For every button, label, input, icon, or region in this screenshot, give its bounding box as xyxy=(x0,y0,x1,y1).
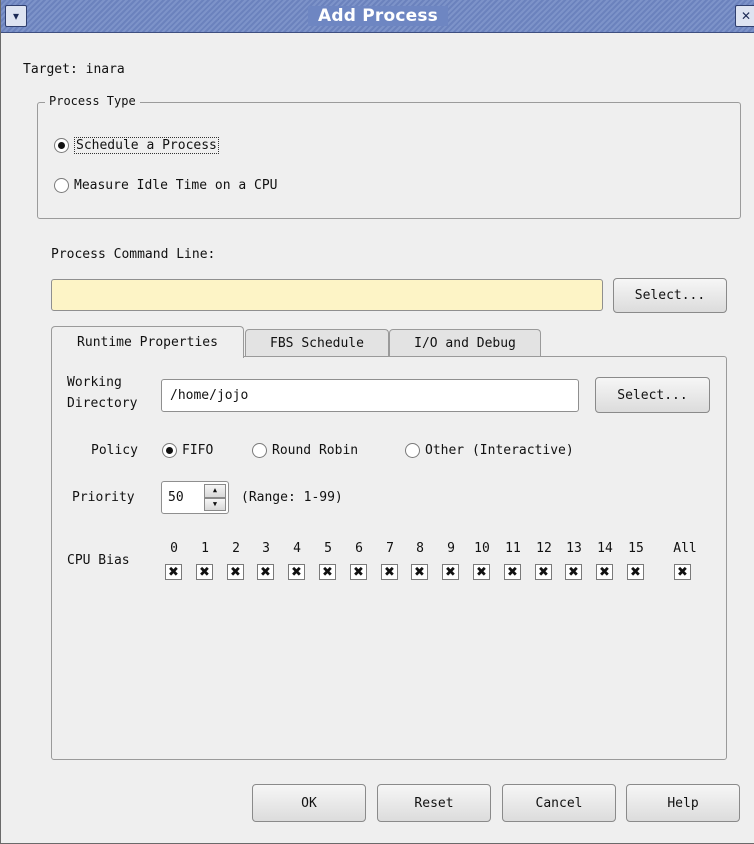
priority-decrement-button[interactable]: ▼ xyxy=(204,497,226,511)
policy-fifo-radio[interactable] xyxy=(162,443,177,458)
command-line-label: Process Command Line: xyxy=(51,247,216,262)
cpu-5-label: 5 xyxy=(324,541,332,556)
command-select-button[interactable]: Select... xyxy=(613,278,727,313)
cpu-6-checkbox[interactable]: ✖ xyxy=(350,564,367,580)
cpu-10-checkbox[interactable]: ✖ xyxy=(473,564,490,580)
cpu-5-checkbox[interactable]: ✖ xyxy=(319,564,336,580)
schedule-process-radio[interactable] xyxy=(54,138,69,153)
schedule-process-label: Schedule a Process xyxy=(74,137,219,154)
cpu-13-label: 13 xyxy=(566,541,582,556)
cpu-11-checkbox[interactable]: ✖ xyxy=(504,564,521,580)
window-title: Add Process xyxy=(1,6,754,26)
cpu-13-checkbox[interactable]: ✖ xyxy=(565,564,582,580)
cpu-14-checkbox[interactable]: ✖ xyxy=(596,564,613,580)
priority-spinbox[interactable]: 50 ▲ ▼ xyxy=(161,481,229,514)
command-line-input[interactable] xyxy=(51,279,603,311)
priority-range: (Range: 1-99) xyxy=(241,490,343,505)
cancel-button[interactable]: Cancel xyxy=(502,784,616,822)
cpu-8-checkbox[interactable]: ✖ xyxy=(411,564,428,580)
measure-idle-label: Measure Idle Time on a CPU xyxy=(74,178,278,193)
priority-spin-buttons: ▲ ▼ xyxy=(204,484,226,511)
measure-idle-option[interactable]: Measure Idle Time on a CPU xyxy=(54,178,278,193)
policy-round-robin-option[interactable]: Round Robin xyxy=(252,443,358,458)
triangle-down-icon: ▼ xyxy=(212,499,218,508)
priority-increment-button[interactable]: ▲ xyxy=(204,484,226,498)
cpu-8-label: 8 xyxy=(416,541,424,556)
cpu-2-label: 2 xyxy=(232,541,240,556)
target-label: Target: inara xyxy=(23,62,125,77)
policy-label: Policy xyxy=(91,443,138,458)
close-icon: ✕ xyxy=(740,9,752,23)
working-directory-label-line2: Directory xyxy=(67,396,138,411)
cpu-11-label: 11 xyxy=(505,541,521,556)
measure-idle-radio[interactable] xyxy=(54,178,69,193)
policy-fifo-option[interactable]: FIFO xyxy=(162,443,213,458)
ok-button[interactable]: OK xyxy=(252,784,366,822)
cpu-0-label: 0 xyxy=(170,541,178,556)
policy-other-label: Other (Interactive) xyxy=(425,443,574,458)
cpu-7-label: 7 xyxy=(386,541,394,556)
cpu-3-checkbox[interactable]: ✖ xyxy=(257,564,274,580)
cpu-0-checkbox[interactable]: ✖ xyxy=(165,564,182,580)
policy-round-robin-radio[interactable] xyxy=(252,443,267,458)
cpu-1-checkbox[interactable]: ✖ xyxy=(196,564,213,580)
cpu-12-checkbox[interactable]: ✖ xyxy=(535,564,552,580)
cpu-3-label: 3 xyxy=(262,541,270,556)
tab-runtime-properties[interactable]: Runtime Properties xyxy=(51,326,244,358)
cpu-4-checkbox[interactable]: ✖ xyxy=(288,564,305,580)
cpu-12-label: 12 xyxy=(536,541,552,556)
policy-other-option[interactable]: Other (Interactive) xyxy=(405,443,574,458)
cpu-all-checkbox[interactable]: ✖ xyxy=(674,564,691,580)
help-button[interactable]: Help xyxy=(626,784,740,822)
triangle-up-icon: ▲ xyxy=(212,486,218,495)
cpu-4-label: 4 xyxy=(293,541,301,556)
cpu-6-label: 6 xyxy=(355,541,363,556)
cpu-14-label: 14 xyxy=(597,541,613,556)
reset-button[interactable]: Reset xyxy=(377,784,491,822)
cpu-10-label: 10 xyxy=(474,541,490,556)
cpu-2-checkbox[interactable]: ✖ xyxy=(227,564,244,580)
tab-fbs-schedule[interactable]: FBS Schedule xyxy=(245,329,389,357)
process-type-legend: Process Type xyxy=(45,94,140,108)
cpu-bias-label: CPU Bias xyxy=(67,553,130,568)
title-bar: ▾ Add Process ✕ xyxy=(1,0,754,33)
cpu-all-label: All xyxy=(673,541,697,556)
cpu-1-label: 1 xyxy=(201,541,209,556)
cpu-9-label: 9 xyxy=(447,541,455,556)
priority-label: Priority xyxy=(72,490,135,505)
cpu-7-checkbox[interactable]: ✖ xyxy=(381,564,398,580)
process-type-group xyxy=(37,102,741,219)
schedule-process-option[interactable]: Schedule a Process xyxy=(54,137,219,154)
add-process-dialog: ▾ Add Process ✕ Target: inara Process Ty… xyxy=(0,0,754,844)
window-close-button[interactable]: ✕ xyxy=(735,5,754,27)
working-directory-label-line1: Working xyxy=(67,375,122,390)
cpu-15-checkbox[interactable]: ✖ xyxy=(627,564,644,580)
priority-value: 50 xyxy=(168,490,184,505)
policy-other-radio[interactable] xyxy=(405,443,420,458)
cpu-15-label: 15 xyxy=(628,541,644,556)
tab-io-debug[interactable]: I/O and Debug xyxy=(389,329,541,357)
policy-round-robin-label: Round Robin xyxy=(272,443,359,458)
policy-fifo-label: FIFO xyxy=(182,443,214,458)
working-directory-input[interactable]: /home/jojo xyxy=(161,379,579,412)
cpu-9-checkbox[interactable]: ✖ xyxy=(442,564,459,580)
runtime-properties-panel xyxy=(51,356,727,760)
working-directory-select-button[interactable]: Select... xyxy=(595,377,710,413)
